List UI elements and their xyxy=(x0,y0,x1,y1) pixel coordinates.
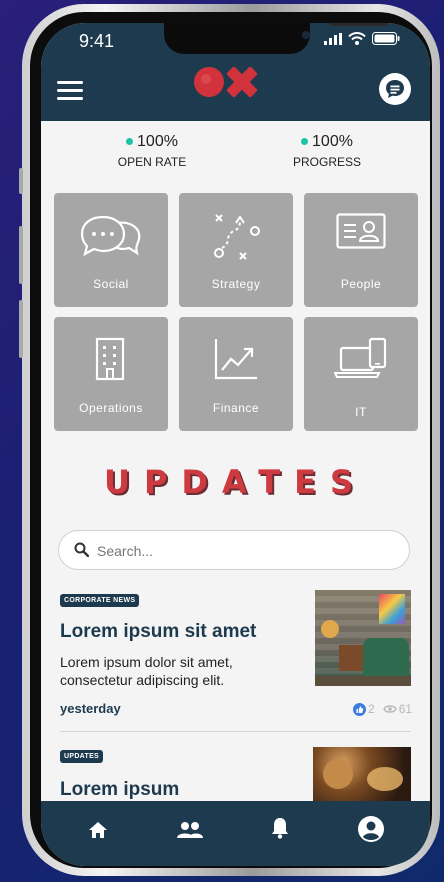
app-screen: 9:41 100% OPEN RATE 100% PROGRESS Social… xyxy=(41,23,430,866)
tile-strategy[interactable]: Strategy xyxy=(179,193,293,307)
chat-button[interactable] xyxy=(379,73,411,105)
hamburger-menu-icon[interactable] xyxy=(57,81,83,100)
divider xyxy=(60,731,411,732)
volume-up-button xyxy=(19,226,23,284)
news-engagement: 2 61 xyxy=(353,702,412,716)
tile-finance[interactable]: Finance xyxy=(179,317,293,431)
eye-icon xyxy=(382,705,397,713)
status-icons xyxy=(324,32,400,45)
news-title[interactable]: Lorem ipsum xyxy=(60,779,179,801)
bell-icon[interactable] xyxy=(271,817,289,839)
tile-label: Strategy xyxy=(211,277,261,291)
likes-count: 2 xyxy=(368,702,375,716)
updates-heading: UPDATES xyxy=(103,463,367,501)
news-category-badge: CORPORATE NEWS xyxy=(60,594,140,607)
open-rate-label: OPEN RATE xyxy=(117,155,187,169)
notch xyxy=(164,23,389,54)
tile-label: Operations xyxy=(79,401,143,415)
tile-operations[interactable]: Operations xyxy=(54,317,168,431)
strategy-path-icon xyxy=(214,214,260,260)
wifi-icon xyxy=(348,32,366,45)
app-header: 9:41 xyxy=(41,23,430,121)
open-rate-stat: 100% OPEN RATE xyxy=(82,133,222,169)
tile-label: Finance xyxy=(212,401,260,415)
line-chart-icon xyxy=(214,339,257,380)
signal-icon xyxy=(324,32,342,45)
tile-label: IT xyxy=(355,405,367,419)
tile-label: Social xyxy=(93,277,129,291)
speech-bubbles-icon xyxy=(80,215,141,257)
progress-value: 100% xyxy=(312,133,353,150)
volume-down-button xyxy=(19,300,23,358)
stats-row: 100% OPEN RATE 100% PROGRESS xyxy=(41,133,430,177)
devices-icon xyxy=(334,337,387,378)
news-description: Lorem ipsum dolor sit amet, consectetur … xyxy=(60,654,233,688)
search-bar[interactable] xyxy=(58,530,410,570)
speaker xyxy=(329,23,389,26)
id-card-icon xyxy=(336,213,386,249)
open-rate-value: 100% xyxy=(137,133,178,150)
user-profile-icon[interactable] xyxy=(358,816,384,842)
news-thumbnail[interactable] xyxy=(313,747,411,803)
views-count: 61 xyxy=(398,702,413,716)
battery-icon xyxy=(372,32,400,45)
ox-logo-icon xyxy=(194,66,258,98)
home-icon[interactable] xyxy=(88,821,108,839)
thumbs-up-icon[interactable] xyxy=(353,702,366,716)
tile-it[interactable]: IT xyxy=(304,317,418,431)
status-time: 9:41 xyxy=(79,31,115,51)
news-title[interactable]: Lorem ipsum sit amet xyxy=(60,621,256,643)
tile-label: People xyxy=(340,277,382,291)
chat-bubble-icon xyxy=(386,80,404,98)
bottom-nav xyxy=(41,801,430,866)
news-date: yesterday xyxy=(60,701,121,716)
search-icon xyxy=(74,542,89,557)
tile-social[interactable]: Social xyxy=(54,193,168,307)
progress-stat: 100% PROGRESS xyxy=(257,133,397,169)
news-thumbnail[interactable] xyxy=(315,590,411,686)
mute-switch xyxy=(19,168,23,194)
news-category-badge: UPDATES xyxy=(60,750,104,763)
status-dot-icon xyxy=(126,138,134,146)
status-dot-icon xyxy=(301,138,309,146)
search-input[interactable] xyxy=(95,539,389,563)
building-icon xyxy=(95,337,125,381)
progress-label: PROGRESS xyxy=(292,155,361,169)
people-icon[interactable] xyxy=(177,821,203,839)
camera xyxy=(302,31,310,39)
tile-people[interactable]: People xyxy=(304,193,418,307)
